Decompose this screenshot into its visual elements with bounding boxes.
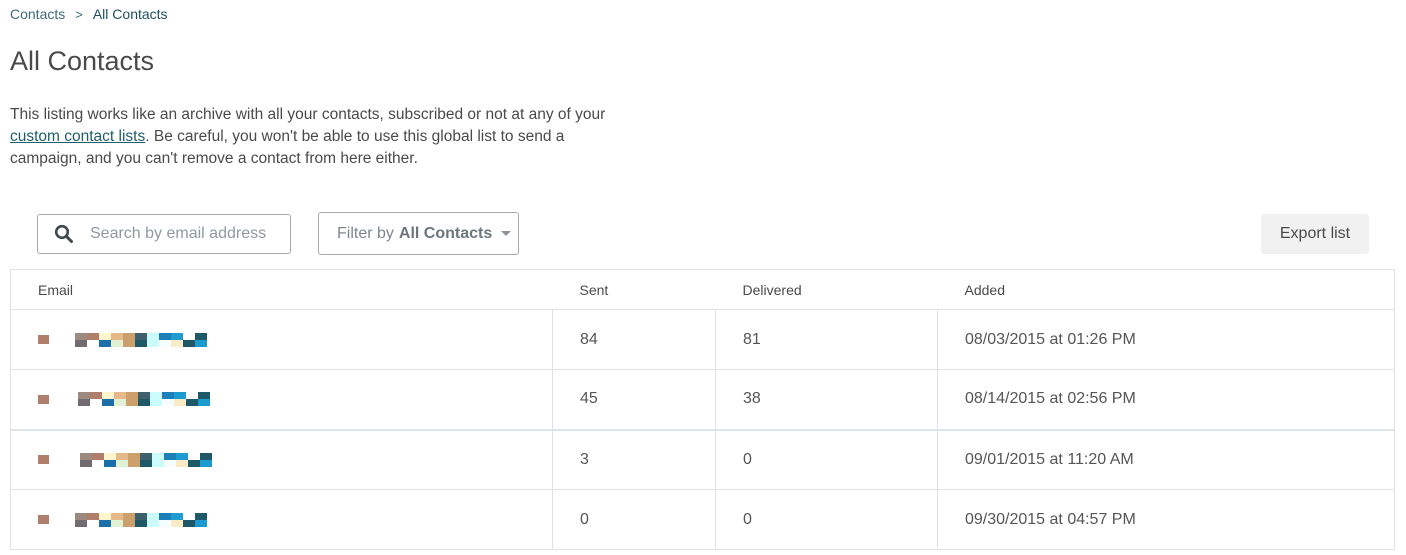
redaction-block (111, 512, 123, 527)
avatar-icon (38, 335, 49, 344)
redacted-email (38, 512, 552, 527)
email-cell[interactable] (10, 429, 553, 490)
breadcrumb-current: All Contacts (92, 6, 168, 22)
table-row[interactable]: 0 0 09/30/2015 at 04:57 PM (10, 489, 1395, 550)
column-header-delivered[interactable]: Delivered (715, 269, 938, 310)
pixelated-email-text (78, 392, 210, 407)
redaction-block (164, 452, 176, 467)
delivered-cell: 81 (715, 309, 938, 370)
breadcrumb-separator-icon: > (75, 6, 83, 22)
filter-dropdown[interactable]: Filter by All Contacts (318, 212, 519, 255)
redaction-block (159, 332, 171, 347)
email-cell[interactable] (10, 369, 553, 431)
redaction-block (114, 392, 126, 407)
redaction-block (116, 452, 128, 467)
redaction-block (80, 452, 92, 467)
redaction-block (140, 452, 152, 467)
redaction-block (152, 452, 164, 467)
pixelated-email-text (80, 452, 212, 467)
email-cell[interactable] (10, 309, 553, 370)
page-description: This listing works like an archive with … (10, 104, 630, 170)
redaction-block (186, 392, 198, 407)
redacted-email (38, 392, 552, 407)
redaction-block (147, 332, 159, 347)
caret-down-icon (501, 231, 512, 236)
email-cell[interactable] (10, 489, 553, 550)
redaction-block (75, 512, 87, 527)
sent-cell: 3 (552, 429, 716, 490)
redaction-block (171, 512, 183, 527)
redaction-block (183, 512, 195, 527)
redaction-block (195, 332, 207, 347)
table-row[interactable]: 3 0 09/01/2015 at 11:20 AM (10, 429, 1395, 490)
redaction-block (75, 332, 87, 347)
delivered-cell: 0 (715, 489, 938, 550)
redaction-block (123, 512, 135, 527)
delivered-cell: 38 (715, 369, 938, 431)
redaction-block (195, 512, 207, 527)
redaction-block (188, 452, 200, 467)
redaction-block (126, 392, 138, 407)
filter-prefix: Filter by (337, 224, 394, 242)
redaction-block (90, 392, 102, 407)
search-box[interactable] (37, 214, 291, 254)
avatar-icon (38, 394, 49, 404)
sent-cell: 45 (552, 369, 716, 431)
redaction-block (128, 452, 140, 467)
redaction-block (123, 332, 135, 347)
redaction-block (176, 452, 188, 467)
redaction-block (104, 452, 116, 467)
added-cell: 09/01/2015 at 11:20 AM (937, 429, 1395, 490)
redaction-block (159, 512, 171, 527)
table-header-row: Email Sent Delivered Added (10, 269, 1395, 310)
pixelated-email-text (75, 512, 207, 527)
redaction-block (99, 512, 111, 527)
column-header-added[interactable]: Added (937, 269, 1395, 310)
redaction-block (150, 392, 162, 407)
redaction-block (171, 332, 183, 347)
table-row[interactable]: 45 38 08/14/2015 at 02:56 PM (10, 369, 1395, 431)
redaction-block (198, 392, 210, 407)
filter-value: All Contacts (398, 224, 493, 242)
redaction-block (162, 392, 174, 407)
redaction-block (87, 332, 99, 347)
sent-cell: 84 (552, 309, 716, 370)
search-input[interactable] (90, 225, 290, 243)
redacted-email (38, 452, 552, 467)
redacted-email (38, 332, 552, 347)
custom-contact-lists-link[interactable]: custom contact lists (10, 128, 145, 145)
redaction-block (92, 452, 104, 467)
redaction-block (99, 332, 111, 347)
contacts-table: Email Sent Delivered Added 84 81 08/03/2… (10, 269, 1395, 550)
redaction-block (138, 392, 150, 407)
breadcrumb: Contacts > All Contacts (10, 6, 168, 22)
avatar-icon (38, 515, 49, 524)
table-row[interactable]: 84 81 08/03/2015 at 01:26 PM (10, 309, 1395, 370)
page-title: All Contacts (10, 46, 155, 76)
redaction-block (102, 392, 114, 407)
redaction-block (147, 512, 159, 527)
added-cell: 08/03/2015 at 01:26 PM (937, 309, 1395, 370)
breadcrumb-contacts-link[interactable]: Contacts (10, 6, 65, 22)
added-cell: 08/14/2015 at 02:56 PM (937, 369, 1395, 431)
redaction-block (135, 332, 147, 347)
sent-cell: 0 (552, 489, 716, 550)
search-icon (54, 224, 73, 243)
redaction-block (200, 452, 212, 467)
avatar-icon (38, 455, 49, 465)
added-cell: 09/30/2015 at 04:57 PM (937, 489, 1395, 550)
export-list-button[interactable]: Export list (1261, 214, 1369, 254)
description-text-before: This listing works like an archive with … (10, 106, 606, 123)
redaction-block (111, 332, 123, 347)
redaction-block (78, 392, 90, 407)
column-header-sent[interactable]: Sent (552, 269, 716, 310)
redaction-block (183, 332, 195, 347)
pixelated-email-text (75, 332, 207, 347)
column-header-email[interactable]: Email (10, 269, 553, 310)
delivered-cell: 0 (715, 429, 938, 490)
redaction-block (87, 512, 99, 527)
redaction-block (174, 392, 186, 407)
redaction-block (135, 512, 147, 527)
